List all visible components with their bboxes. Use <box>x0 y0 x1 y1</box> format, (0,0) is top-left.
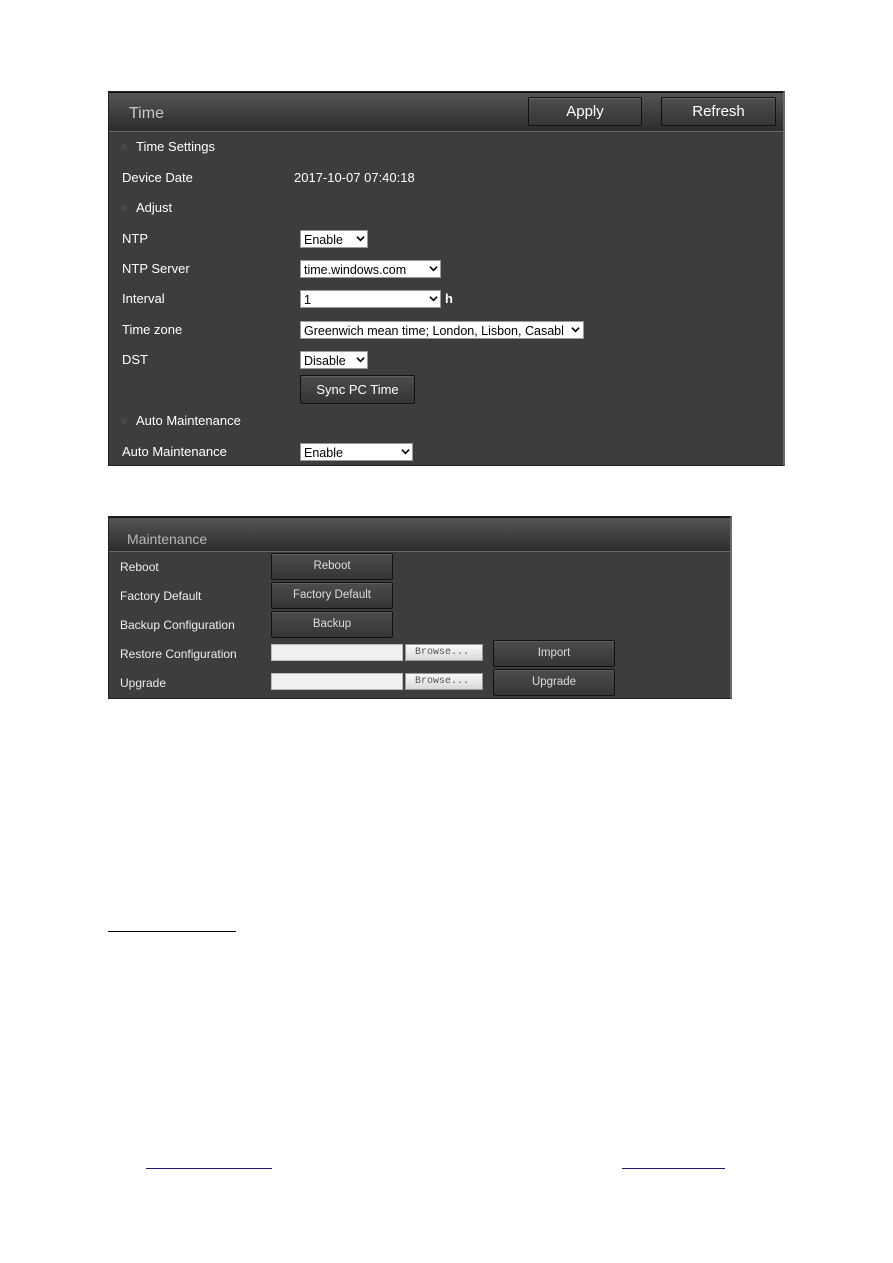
chevron-down-icon <box>429 294 438 302</box>
time-panel-title: Time <box>129 105 164 122</box>
auto-maintenance-select[interactable]: Enable <box>300 443 413 461</box>
interval-select-value: 1 <box>304 293 311 307</box>
upgrade-button[interactable]: Upgrade <box>493 669 615 696</box>
dst-select-value: Disable <box>304 354 346 368</box>
backup-button[interactable]: Backup <box>271 611 393 638</box>
interval-unit: h <box>445 291 453 306</box>
interval-label: Interval <box>122 291 165 306</box>
dst-select[interactable]: Disable <box>300 351 368 369</box>
factory-default-button[interactable]: Factory Default <box>271 582 393 609</box>
section-title: Time Settings <box>136 139 215 154</box>
bullet-icon <box>121 418 127 424</box>
device-date-value: 2017-10-07 07:40:18 <box>294 170 415 185</box>
reboot-button[interactable]: Reboot <box>271 553 393 580</box>
restore-browse-button[interactable]: Browse... <box>405 644 483 661</box>
ntp-label: NTP <box>122 231 148 246</box>
bullet-icon <box>121 144 127 150</box>
backup-configuration-label: Backup Configuration <box>120 618 235 632</box>
maintenance-panel-title: Maintenance <box>127 531 208 547</box>
restore-configuration-label: Restore Configuration <box>120 647 237 661</box>
upgrade-file-input[interactable] <box>271 673 403 690</box>
restore-file-input[interactable] <box>271 644 403 661</box>
link-underline[interactable] <box>146 1168 272 1169</box>
import-button[interactable]: Import <box>493 640 615 667</box>
time-zone-label: Time zone <box>122 322 183 337</box>
refresh-button[interactable]: Refresh <box>661 97 776 126</box>
ntp-server-label: NTP Server <box>122 261 190 276</box>
maintenance-panel: Maintenance Reboot Reboot Factory Defaul… <box>108 516 732 699</box>
time-zone-select-value: Greenwich mean time; London, Lisbon, Cas… <box>304 324 564 338</box>
section-underline <box>108 931 236 932</box>
time-zone-select[interactable]: Greenwich mean time; London, Lisbon, Cas… <box>300 321 584 339</box>
chevron-down-icon <box>401 447 410 455</box>
chevron-down-icon <box>356 355 365 363</box>
section-title: Auto Maintenance <box>136 413 241 428</box>
device-date-label: Device Date <box>122 170 193 185</box>
chevron-down-icon <box>356 234 365 242</box>
chevron-down-icon <box>571 325 582 333</box>
upgrade-browse-button[interactable]: Browse... <box>405 673 483 690</box>
factory-default-label: Factory Default <box>120 589 202 603</box>
time-panel-header: Time Apply Refresh <box>109 92 783 132</box>
bullet-icon <box>121 205 127 211</box>
auto-maintenance-select-value: Enable <box>304 446 343 460</box>
time-panel: Time Apply Refresh Time Settings Device … <box>108 91 785 466</box>
sync-pc-time-button[interactable]: Sync PC Time <box>300 375 415 404</box>
ntp-select[interactable]: Enable <box>300 230 368 248</box>
ntp-server-select[interactable]: time.windows.com <box>300 260 441 278</box>
auto-maintenance-label: Auto Maintenance <box>122 444 227 459</box>
link-underline[interactable] <box>622 1168 725 1169</box>
ntp-server-select-value: time.windows.com <box>304 263 407 277</box>
chevron-down-icon <box>429 264 438 272</box>
maintenance-panel-header: Maintenance <box>109 517 730 552</box>
dst-label: DST <box>122 352 148 367</box>
apply-button[interactable]: Apply <box>528 97 642 126</box>
ntp-select-value: Enable <box>304 233 343 247</box>
upgrade-label: Upgrade <box>120 676 167 690</box>
reboot-label: Reboot <box>120 560 159 574</box>
section-title: Adjust <box>136 200 173 215</box>
interval-select[interactable]: 1 <box>300 290 441 308</box>
